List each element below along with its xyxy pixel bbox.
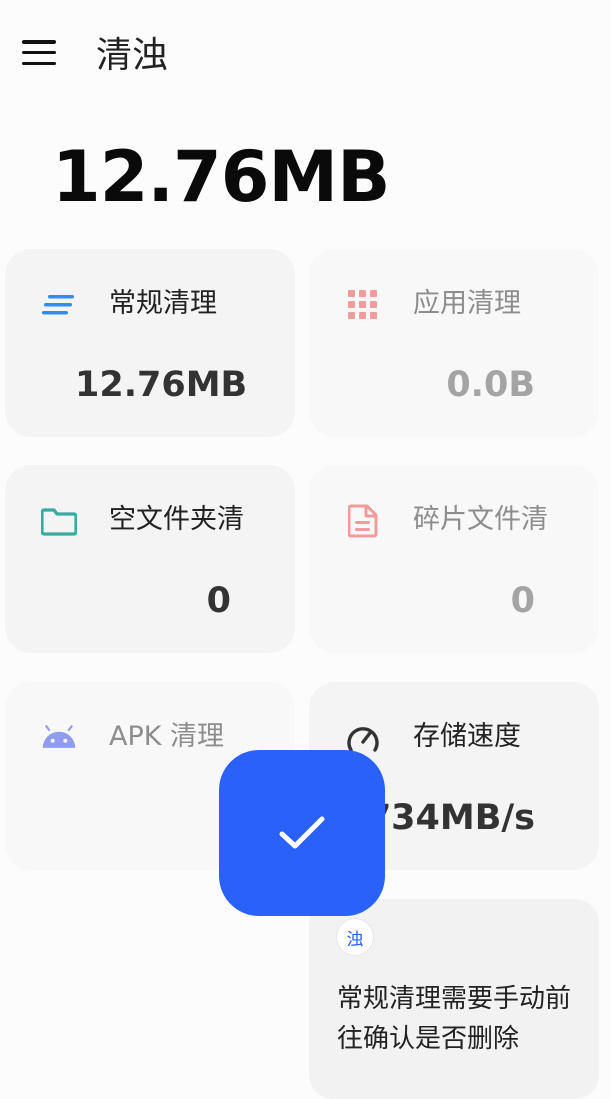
card-empty-folder-clean[interactable]: 空文件夹清 0 [5,465,295,653]
menu-line [22,50,56,55]
menu-line [22,40,56,44]
card-label: 存储速度 [413,721,521,752]
card-general-clean[interactable]: 常规清理 12.76MB [5,249,295,437]
card-value: 0 [510,581,535,621]
card-label: 空文件夹清 [109,504,244,535]
lines-icon [41,287,77,323]
grid-icon [345,287,381,323]
card-value: 0.0B [446,365,535,405]
menu-line [22,61,56,65]
card-value: 12.76MB [75,365,248,405]
tip-card: 浊 常规清理需要手动前往确认是否删除 [309,899,599,1099]
folder-icon [41,503,77,539]
tip-text: 常规清理需要手动前往确认是否删除 [337,984,572,1054]
card-app-clean[interactable]: 应用清理 0.0B [309,249,599,437]
android-icon [41,720,77,756]
total-junk-size: 12.76MB [52,136,390,218]
card-value: 0 [206,581,231,621]
card-label: APK 清理 [109,721,225,752]
confirm-clean-button[interactable] [219,750,385,916]
avatar: 浊 [337,919,373,955]
page-title: 清浊 [96,35,169,76]
check-icon [279,816,325,849]
menu-button[interactable] [22,40,56,65]
card-value: 734MB/s [366,798,535,838]
card-label: 常规清理 [109,288,217,319]
card-label: 碎片文件清 [413,504,548,535]
card-label: 应用清理 [413,288,521,319]
card-fragment-clean[interactable]: 碎片文件清 0 [309,465,599,653]
document-icon [345,503,381,539]
